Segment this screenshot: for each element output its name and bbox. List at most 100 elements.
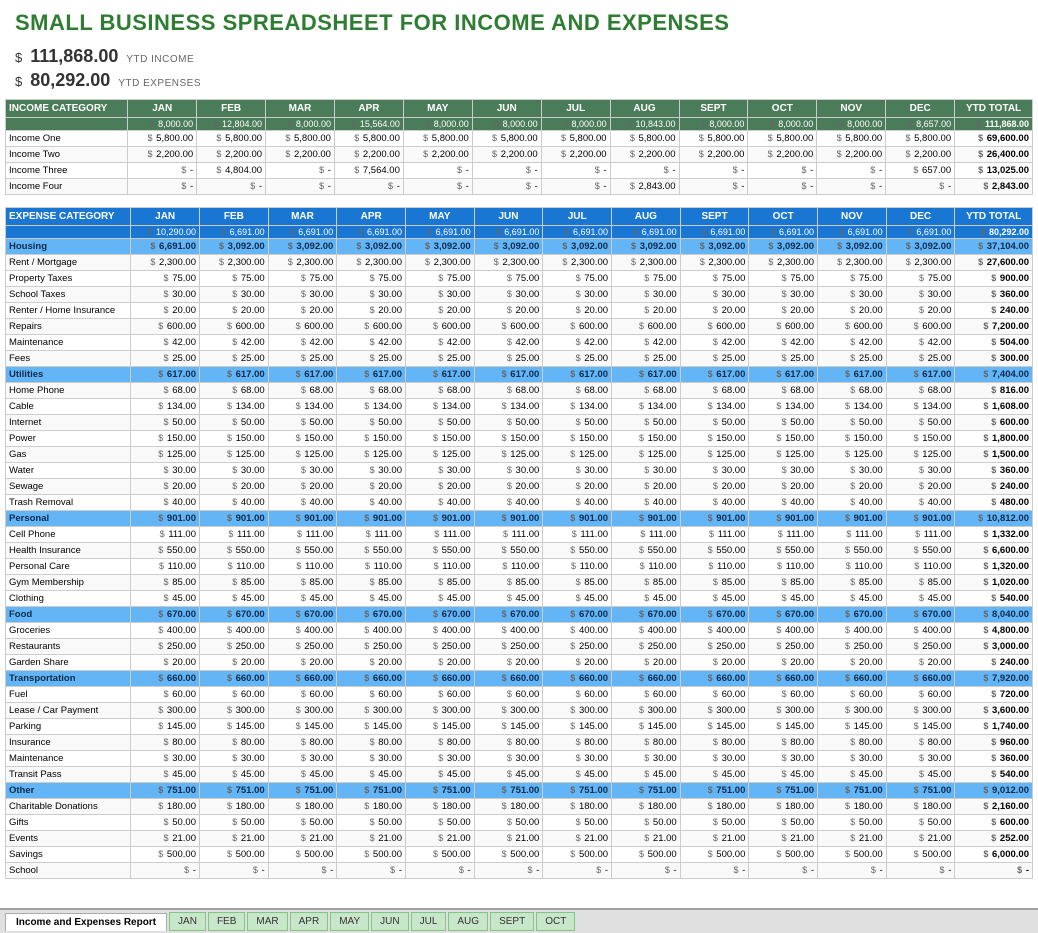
- spreadsheet-area: INCOME CATEGORY JAN FEB MAR APR MAY JUN …: [0, 99, 1038, 908]
- expense-cell: $ 68.00: [680, 383, 749, 399]
- expense-section-total: $ 670.00: [268, 607, 337, 623]
- expense-section-total: $ 6,691.00: [131, 239, 200, 255]
- expense-cell: $ 20.00: [474, 479, 543, 495]
- expense-cell: $ 30.00: [543, 751, 612, 767]
- expense-cell: $ 300.00: [268, 703, 337, 719]
- expense-row-name: Gas: [6, 447, 131, 463]
- expense-cell: $ 20.00: [818, 303, 887, 319]
- income-totals-label: [6, 118, 128, 131]
- income-total-sept: $ 8,000.00: [679, 118, 748, 131]
- expense-section-total: $ 10,812.00: [955, 511, 1033, 527]
- tab-aug[interactable]: AUG: [448, 912, 488, 931]
- expense-cell: $ 111.00: [818, 527, 887, 543]
- expense-cell: $ 75.00: [749, 271, 818, 287]
- expense-cell: $ 50.00: [199, 415, 268, 431]
- expense-row: Health Insurance$ 550.00$ 550.00$ 550.00…: [6, 543, 1033, 559]
- expense-section-total: $ 670.00: [612, 607, 681, 623]
- tab-feb[interactable]: FEB: [208, 912, 245, 931]
- expense-section-total: $ 751.00: [612, 783, 681, 799]
- expense-cell: $ 360.00: [955, 463, 1033, 479]
- expense-cell: $ -: [680, 863, 749, 879]
- income-row-name: Income Two: [6, 147, 128, 163]
- expense-row: Maintenance$ 30.00$ 30.00$ 30.00$ 30.00$…: [6, 751, 1033, 767]
- expense-cell: $ 20.00: [474, 655, 543, 671]
- expense-cell: $ 60.00: [818, 687, 887, 703]
- income-table: INCOME CATEGORY JAN FEB MAR APR MAY JUN …: [5, 99, 1033, 195]
- expense-cell: $ 111.00: [406, 527, 475, 543]
- income-cell: $ 5,800.00: [610, 131, 679, 147]
- expense-cell: $ 30.00: [199, 463, 268, 479]
- tab-jul[interactable]: JUL: [411, 912, 447, 931]
- expense-cell: $ 111.00: [474, 527, 543, 543]
- expense-cell: $ 150.00: [543, 431, 612, 447]
- expense-cell: $ 111.00: [612, 527, 681, 543]
- expense-cell: $ 60.00: [886, 687, 955, 703]
- expense-row: Maintenance$ 42.00$ 42.00$ 42.00$ 42.00$…: [6, 335, 1033, 351]
- income-cell: $ 2,843.00: [955, 179, 1033, 195]
- expense-cell: $ 145.00: [337, 719, 406, 735]
- income-cell: $ -: [266, 179, 335, 195]
- expense-cell: $ 45.00: [612, 767, 681, 783]
- expense-cell: $ 45.00: [543, 591, 612, 607]
- tab-apr[interactable]: APR: [290, 912, 329, 931]
- expense-cell: $ 85.00: [749, 575, 818, 591]
- expense-cell: $ 45.00: [680, 591, 749, 607]
- expense-section-total: $ 617.00: [474, 367, 543, 383]
- expense-col-feb: FEB: [199, 208, 268, 226]
- expense-cell: $ 2,300.00: [406, 255, 475, 271]
- expense-cell: $ 42.00: [199, 335, 268, 351]
- tab-may[interactable]: MAY: [330, 912, 369, 931]
- tab-oct[interactable]: OCT: [536, 912, 575, 931]
- tab-jun[interactable]: JUN: [371, 912, 408, 931]
- tab-income-expenses-report[interactable]: Income and Expenses Report: [5, 913, 167, 931]
- expense-section-total: $ 670.00: [406, 607, 475, 623]
- expense-cell: $ -: [543, 863, 612, 879]
- tab-mar[interactable]: MAR: [247, 912, 287, 931]
- expense-row-name: Restaurants: [6, 639, 131, 655]
- income-cell: $ -: [541, 179, 610, 195]
- expense-section-total: $ 751.00: [199, 783, 268, 799]
- income-cell: $ 13,025.00: [955, 163, 1033, 179]
- expense-section-total: $ 751.00: [268, 783, 337, 799]
- income-cell: $ 2,200.00: [610, 147, 679, 163]
- expense-cell: $ 50.00: [543, 415, 612, 431]
- expense-cell: $ 20.00: [131, 303, 200, 319]
- expense-cell: $ 400.00: [199, 623, 268, 639]
- expense-cell: $ 125.00: [818, 447, 887, 463]
- expense-row: Power$ 150.00$ 150.00$ 150.00$ 150.00$ 1…: [6, 431, 1033, 447]
- tab-jan[interactable]: JAN: [169, 912, 206, 931]
- expense-cell: $ 550.00: [199, 543, 268, 559]
- expense-cell: $ 2,300.00: [612, 255, 681, 271]
- expense-table: EXPENSE CATEGORY JAN FEB MAR APR MAY JUN…: [5, 207, 1033, 879]
- expense-row-name: Lease / Car Payment: [6, 703, 131, 719]
- expense-cell: $ -: [749, 863, 818, 879]
- expense-row: Fuel$ 60.00$ 60.00$ 60.00$ 60.00$ 60.00$…: [6, 687, 1033, 703]
- income-totals-row: $ 8,000.00 $ 12,804.00 $ 8,000.00 $ 15,5…: [6, 118, 1033, 131]
- expense-cell: $ 400.00: [680, 623, 749, 639]
- expense-cell: $ 20.00: [543, 303, 612, 319]
- expense-cell: $ 20.00: [199, 655, 268, 671]
- expense-cell: $ 30.00: [268, 287, 337, 303]
- tab-sept[interactable]: SEPT: [490, 912, 534, 931]
- expense-row-name: Health Insurance: [6, 543, 131, 559]
- expense-cell: $ 6,600.00: [955, 543, 1033, 559]
- income-col-jul: JUL: [541, 100, 610, 118]
- income-cell: $ -: [403, 179, 472, 195]
- expense-cell: $ 25.00: [131, 351, 200, 367]
- expense-cell: $ 250.00: [406, 639, 475, 655]
- expense-cell: $ 6,000.00: [955, 847, 1033, 863]
- expense-row: Clothing$ 45.00$ 45.00$ 45.00$ 45.00$ 45…: [6, 591, 1033, 607]
- expense-cell: $ 21.00: [543, 831, 612, 847]
- expense-cell: $ 250.00: [680, 639, 749, 655]
- expense-cell: $ 30.00: [543, 287, 612, 303]
- expense-section-total: $ 3,092.00: [749, 239, 818, 255]
- expense-cell: $ 25.00: [406, 351, 475, 367]
- income-cell: $ -: [197, 179, 266, 195]
- expense-section-total: $ 670.00: [337, 607, 406, 623]
- expense-cell: $ 25.00: [337, 351, 406, 367]
- expense-cell: $ 2,300.00: [886, 255, 955, 271]
- expense-cell: $ 20.00: [199, 303, 268, 319]
- expense-cell: $ 80.00: [818, 735, 887, 751]
- expense-cell: $ 42.00: [612, 335, 681, 351]
- expense-row-name: Repairs: [6, 319, 131, 335]
